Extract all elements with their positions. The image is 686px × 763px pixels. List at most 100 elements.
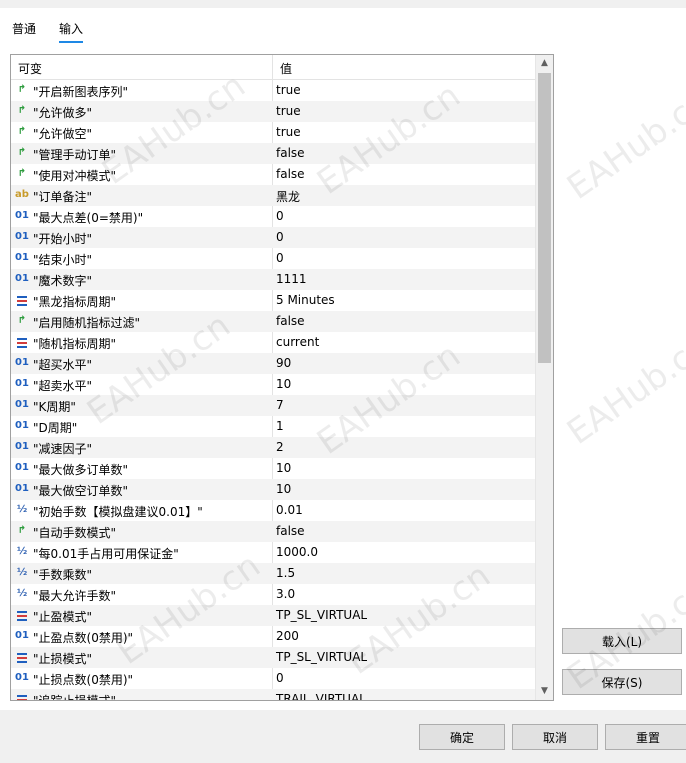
variable-value[interactable]: 0 [276,230,284,244]
table-row[interactable]: "止盈模式" TP_SL_VIRTUAL [11,605,535,626]
boolean-arrow-icon: ↱ [17,84,27,95]
integer-icon: 01 [15,630,29,641]
variable-name: "开启新图表序列" [33,85,129,99]
variable-value[interactable]: 3.0 [276,587,295,601]
table-row[interactable]: 01 "止损点数(0禁用)" 0 [11,668,535,689]
table-row[interactable]: 01 "最大做空订单数" 10 [11,479,535,500]
variable-value[interactable]: false [276,524,305,538]
tab-bar: 普通 输入 [0,8,686,44]
table-row[interactable]: 01 "超买水平" 90 [11,353,535,374]
enum-list-icon [15,293,29,307]
variable-value[interactable]: 0 [276,251,284,265]
table-row[interactable]: ↱ "启用随机指标过滤" false [11,311,535,332]
variable-name: "结束小时" [33,253,93,267]
table-row[interactable]: "随机指标周期" current [11,332,535,353]
table-row[interactable]: ab "订单备注" 黑龙 [11,185,535,206]
variable-value[interactable]: 90 [276,356,291,370]
table-row[interactable]: 01 "K周期" 7 [11,395,535,416]
table-row[interactable]: ↱ "开启新图表序列" true [11,80,535,101]
variable-value[interactable]: current [276,335,319,349]
table-row[interactable]: ½ "最大允许手数" 3.0 [11,584,535,605]
variable-value[interactable]: TP_SL_VIRTUAL [276,650,367,664]
table-row[interactable]: ↱ "自动手数模式" false [11,521,535,542]
table-row[interactable]: ½ "每0.01手占用可用保证金" 1000.0 [11,542,535,563]
variable-value[interactable]: 10 [276,377,291,391]
variable-name: "管理手动订单" [33,148,117,162]
integer-icon: 01 [15,210,29,221]
variable-name: "K周期" [33,400,76,414]
variable-value[interactable]: 1 [276,419,284,433]
variable-name: "初始手数【模拟盘建议0.01】" [33,505,203,519]
variable-value[interactable]: 7 [276,398,284,412]
variable-value[interactable]: TRAIL_VIRTUAL [276,692,366,700]
variable-name: "每0.01手占用可用保证金" [33,547,179,561]
variable-value[interactable]: 10 [276,461,291,475]
reset-button[interactable]: 重置 [605,724,686,750]
variable-name: "魔术数字" [33,274,93,288]
variable-value[interactable]: false [276,167,305,181]
table-row[interactable]: 01 "结束小时" 0 [11,248,535,269]
column-header-variable[interactable]: 可变 [18,60,42,77]
table-row[interactable]: ½ "初始手数【模拟盘建议0.01】" 0.01 [11,500,535,521]
table-row[interactable]: ↱ "管理手动订单" false [11,143,535,164]
table-row[interactable]: ½ "手数乘数" 1.5 [11,563,535,584]
table-row[interactable]: 01 "魔术数字" 1111 [11,269,535,290]
variable-value[interactable]: 1000.0 [276,545,318,559]
table-row[interactable]: "追踪止损模式" TRAIL_VIRTUAL [11,689,535,700]
integer-icon: 01 [15,273,29,284]
variable-value[interactable]: 0 [276,209,284,223]
variable-value[interactable]: 0 [276,671,284,685]
variable-value[interactable]: TP_SL_VIRTUAL [276,608,367,622]
grid-rows: ↱ "开启新图表序列" true ↱ "允许做多" true ↱ "允许做空" true ↱ "管理… [11,80,535,700]
column-header-value[interactable]: 值 [280,60,292,77]
variable-name: "超买水平" [33,358,93,372]
variable-value[interactable]: 1.5 [276,566,295,580]
table-row[interactable]: 01 "D周期" 1 [11,416,535,437]
variable-name: "自动手数模式" [33,526,117,540]
variable-name: "随机指标周期" [33,337,117,351]
variable-value[interactable]: 2 [276,440,284,454]
variable-name: "最大做多订单数" [33,463,129,477]
load-button[interactable]: 载入(L) [562,628,682,654]
scroll-down-icon[interactable]: ▼ [536,683,553,700]
table-row[interactable]: ↱ "使用对冲模式" false [11,164,535,185]
table-row[interactable]: "黑龙指标周期" 5 Minutes [11,290,535,311]
table-row[interactable]: ↱ "允许做空" true [11,122,535,143]
table-row[interactable]: "止损模式" TP_SL_VIRTUAL [11,647,535,668]
cancel-button[interactable]: 取消 [512,724,598,750]
save-button[interactable]: 保存(S) [562,669,682,695]
variable-value[interactable]: 0.01 [276,503,303,517]
tab-inputs[interactable]: 输入 [59,20,84,43]
variable-value[interactable]: 1111 [276,272,307,286]
variable-value[interactable]: 10 [276,482,291,496]
tab-common[interactable]: 普通 [12,20,36,41]
variable-value[interactable]: true [276,104,301,118]
vertical-scrollbar[interactable]: ▲ ▼ [535,55,553,700]
table-row[interactable]: 01 "超卖水平" 10 [11,374,535,395]
table-row[interactable]: 01 "最大点差(0=禁用)" 0 [11,206,535,227]
table-row[interactable]: 01 "止盈点数(0禁用)" 200 [11,626,535,647]
variable-value[interactable]: 黑龙 [276,188,300,205]
string-icon: ab [15,189,29,200]
grid-header: 可变 值 [11,55,535,80]
table-row[interactable]: 01 "减速因子" 2 [11,437,535,458]
scroll-up-icon[interactable]: ▲ [536,55,553,72]
boolean-arrow-icon: ↱ [17,168,27,179]
variable-value[interactable]: false [276,314,305,328]
double-icon: ½ [16,567,28,578]
variable-value[interactable]: false [276,146,305,160]
variable-name: "启用随机指标过滤" [33,316,141,330]
double-icon: ½ [16,546,28,557]
table-row[interactable]: ↱ "允许做多" true [11,101,535,122]
scrollbar-thumb[interactable] [538,73,551,363]
table-row[interactable]: 01 "开始小时" 0 [11,227,535,248]
variable-name: "允许做空" [33,127,93,141]
variable-value[interactable]: true [276,83,301,97]
ok-button[interactable]: 确定 [419,724,505,750]
watermark: EAHub.cn [560,80,686,208]
variable-value[interactable]: 5 Minutes [276,293,335,307]
table-row[interactable]: 01 "最大做多订单数" 10 [11,458,535,479]
variable-name: "止盈模式" [33,610,93,624]
variable-value[interactable]: true [276,125,301,139]
variable-value[interactable]: 200 [276,629,299,643]
